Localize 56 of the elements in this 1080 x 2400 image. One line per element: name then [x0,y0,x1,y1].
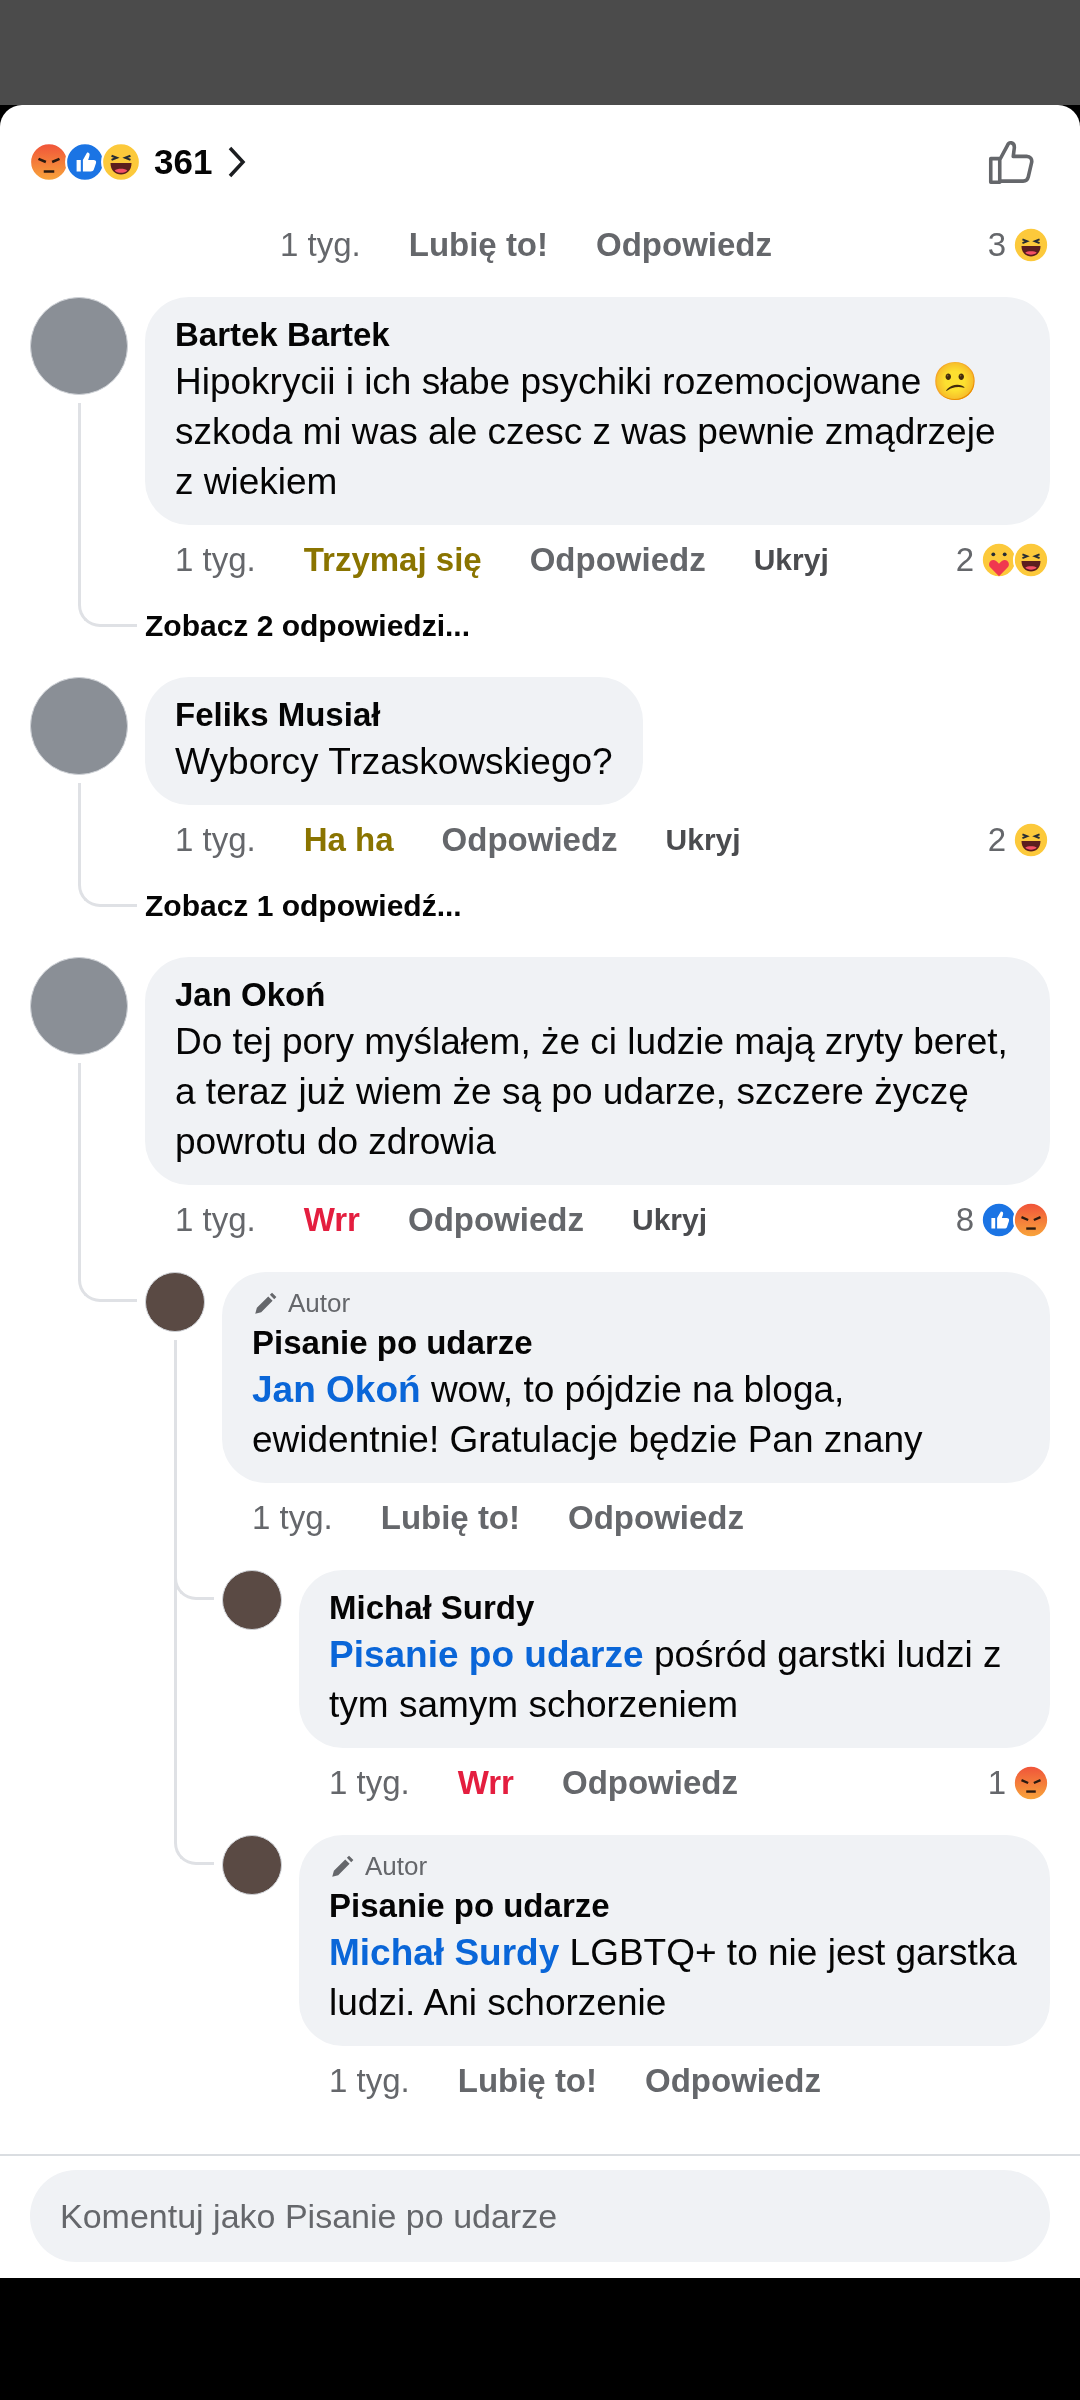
reaction-button[interactable]: Lubię to! [408,226,549,264]
hide-button[interactable]: Ukryj [753,543,829,577]
author-label: Autor [365,1851,428,1882]
comment-text: Hipokrycii i ich słabe psychiki rozemocjowane 😕 szkoda mi was ale czesc z was pewnie zmądrzeje z wiekiem [175,360,997,504]
reaction-count[interactable]: 361 [154,141,213,182]
hide-button[interactable]: Ukryj [665,823,741,857]
commenter-name[interactable]: Michał Surdy [329,1586,1020,1630]
time-text: 1 tyg. [329,1764,410,1802]
thread-connector-line [78,875,137,907]
commenter-name[interactable]: Feliks Musiał [175,693,613,737]
comment-text: Jan Okoń wow, to pójdzie na bloga, ewidentnie! Gratulacje będzie Pan znany [252,1368,924,1462]
commenter-name[interactable]: Jan Okoń [175,973,1020,1017]
reaction-button[interactable]: Trzymaj się [303,541,482,579]
commenter-name[interactable]: Bartek Bartek [175,313,1020,357]
reaction-count: 8 [955,1201,974,1239]
reply-button[interactable]: Odpowiedz [407,1201,584,1239]
reaction-count: 2 [955,541,974,579]
time-text: 1 tyg. [175,821,256,859]
comment-text: Do tej pory myślałem, że ci ludzie mają zryty beret, a teraz już wiem że są po udarze, szczere życzę powrotu do zdrowia [175,1020,1009,1164]
thread-connector-line [174,1818,214,1865]
commenter-name[interactable]: Pisanie po udarze [252,1321,1020,1365]
reaction-button[interactable]: Lubię to! [380,1499,521,1537]
view-replies-link[interactable]: Zobacz 2 odpowiedzi... [145,609,471,643]
reply-button[interactable]: Odpowiedz [568,1499,745,1537]
view-replies-link[interactable]: Zobacz 1 odpowiedź... [145,889,462,923]
time-text: 1 tyg. [175,541,256,579]
reply-button[interactable]: Odpowiedz [441,821,618,859]
time-text: 1 tyg. [280,226,361,264]
reply-button[interactable]: Odpowiedz [529,541,706,579]
reaction-count: 3 [987,226,1006,264]
reply-button[interactable]: Odpowiedz [645,2062,822,2100]
reaction-button[interactable]: Ha ha [303,821,394,859]
comment-text: Michał Surdy LGBTQ+ to nie jest garstka ludzi. Ani schorzenie [329,1931,1018,2025]
comment-text: Wyborcy Trzaskowskiego? [175,740,613,784]
time-text: 1 tyg. [175,1201,256,1239]
comment-text: Pisanie po udarze pośród garstki ludzi z tym samym schorzeniem [329,1633,1003,1727]
reaction-button[interactable]: Lubię to! [457,2062,598,2100]
reaction-button[interactable]: Wrr [457,1764,514,1802]
thread-connector-line [78,1255,137,1302]
hide-button[interactable]: Ukryj [631,1203,707,1237]
reaction-button[interactable]: Wrr [303,1201,360,1239]
pencil-icon [252,1290,278,1317]
thread-connector-line [78,595,137,627]
mention-link[interactable]: Michał Surdy [329,1932,560,1973]
mention-link[interactable]: Pisanie po udarze [329,1634,644,1675]
time-text: 1 tyg. [329,2062,410,2100]
author-label: Autor [288,1288,351,1319]
comment-input-field[interactable]: Komentuj jako Pisanie po udarze [30,2170,1050,2262]
pencil-icon [329,1853,355,1880]
time-text: 1 tyg. [252,1499,333,1537]
reaction-count: 1 [987,1764,1006,1802]
mention-link[interactable]: Jan Okoń [252,1369,421,1410]
reply-button[interactable]: Odpowiedz [561,1764,738,1802]
reaction-count: 2 [987,821,1006,859]
commenter-name[interactable]: Pisanie po udarze [329,1884,1020,1928]
reply-button[interactable]: Odpowiedz [596,226,773,264]
